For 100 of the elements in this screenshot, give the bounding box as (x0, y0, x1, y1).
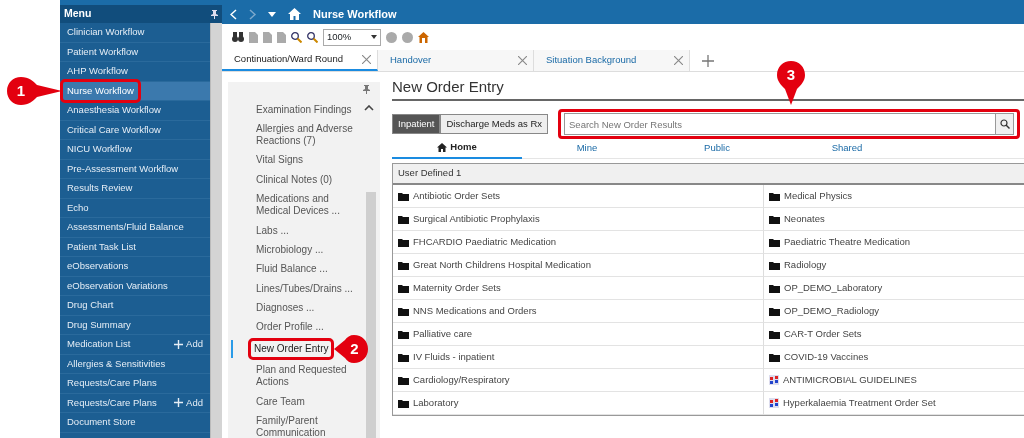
order-folder-link[interactable]: Antibiotic Order Sets (413, 188, 501, 204)
sidebar-item[interactable]: Fluid Balance ... (254, 262, 330, 277)
order-folder-link[interactable]: COVID-19 Vaccines (784, 349, 869, 365)
order-folder-link[interactable]: Radiology (784, 257, 827, 273)
sidebar-item[interactable]: Microbiology ... (254, 242, 326, 257)
menu-item[interactable]: Anaesthesia Workflow (67, 103, 161, 118)
menu-item[interactable]: Allergies & Sensitivities (67, 356, 166, 371)
filter-tab[interactable]: Public (652, 141, 782, 156)
sidebar-item[interactable]: Medications and Medical Devices ... (254, 192, 368, 219)
folder-icon (398, 214, 409, 224)
tab[interactable]: Handover (378, 50, 534, 71)
add-button[interactable]: Add (174, 337, 203, 352)
menu-item[interactable]: Requests/Care Plans (67, 376, 157, 391)
mode-button[interactable]: Discharge Meds as Rx (440, 113, 548, 135)
sidebar-item[interactable]: New Order Entry (250, 339, 333, 358)
binoculars-icon[interactable] (232, 32, 244, 42)
order-folder-link[interactable]: Hyperkalaemia Treatment Order Set (783, 395, 936, 411)
order-folder-link[interactable]: Paediatric Theatre Medication (784, 234, 911, 250)
close-icon[interactable] (674, 56, 683, 65)
sidebar-item[interactable]: Care Team (254, 394, 307, 409)
menu-item[interactable]: NICU Workflow (67, 142, 132, 157)
folder-icon (398, 191, 409, 201)
page-icon[interactable] (277, 31, 286, 43)
order-folder-link[interactable]: Laboratory (413, 395, 459, 411)
menu-item[interactable]: Patient Workflow (67, 44, 139, 59)
filter-tab[interactable]: Shared (782, 141, 912, 156)
zoom-out-icon[interactable] (291, 31, 302, 43)
order-folder-link[interactable]: NNS Medications and Orders (413, 303, 537, 319)
page-title: Nurse Workflow (313, 6, 397, 22)
order-folder-link[interactable]: FHCARDIO Paediatric Medication (413, 234, 557, 250)
menu-item[interactable]: Pre-Assessment Workflow (67, 161, 179, 176)
menu-item[interactable]: Medication List (67, 337, 131, 352)
circle-icon[interactable] (386, 31, 397, 43)
menu-item[interactable]: eObservation Variations (67, 278, 168, 293)
pin-icon[interactable] (211, 9, 218, 19)
pin-icon[interactable] (363, 85, 370, 94)
menu-item[interactable]: Clinician Workflow (67, 25, 145, 40)
add-tab-icon[interactable] (702, 54, 714, 67)
order-folder-link[interactable]: Palliative care (413, 326, 473, 342)
page-icon[interactable] (263, 31, 272, 43)
sidebar-item[interactable]: Vital Signs (254, 153, 306, 168)
order-folder-link[interactable]: Cardiology/Respiratory (413, 372, 510, 388)
tab[interactable]: Situation Background (534, 50, 690, 71)
menu-item[interactable]: Patient Task List (67, 239, 136, 254)
order-folder-link[interactable]: ANTIMICROBIAL GUIDELINES (783, 372, 917, 388)
order-folder-link[interactable]: OP_DEMO_Radiology (784, 303, 880, 319)
close-icon[interactable] (362, 55, 371, 64)
order-folder-link[interactable]: Neonates (784, 211, 825, 227)
menu-item[interactable]: Critical Care Workflow (67, 122, 161, 137)
menu-item[interactable]: Drug Chart (67, 298, 114, 313)
order-folder-link[interactable]: OP_DEMO_Laboratory (784, 280, 883, 296)
sidebar-item[interactable]: Plan and Requested Actions (254, 363, 368, 390)
order-folder-link[interactable]: Great North Childrens Hospital Medication (413, 257, 591, 273)
order-folder-link[interactable]: IV Fluids - inpatient (413, 349, 495, 365)
mode-button[interactable]: Inpatient (392, 113, 441, 135)
sidebar-item[interactable]: Clinical Notes (0) (254, 172, 335, 187)
menu-item[interactable]: Requests/Care Plans (67, 395, 157, 410)
collapse-icon[interactable] (364, 105, 374, 111)
search-field[interactable]: Search New Order Results (564, 113, 996, 135)
scrollbar[interactable] (210, 23, 222, 438)
menu-item[interactable]: eObservations (67, 259, 129, 274)
dropdown-icon[interactable] (268, 11, 276, 17)
sidebar-item[interactable]: Family/Parent Communication (254, 413, 368, 438)
order-folder-link[interactable]: Medical Physics (784, 188, 853, 204)
menu-item[interactable]: Document Store (67, 415, 136, 430)
page-icon[interactable] (249, 31, 258, 43)
folder-icon (398, 237, 409, 247)
menu-item[interactable]: Echo (67, 200, 89, 215)
menu-item[interactable]: Assessments/Fluid Balance (67, 220, 184, 235)
zoom-in-icon[interactable] (307, 31, 318, 43)
scrollbar[interactable] (366, 192, 376, 438)
sidebar-item[interactable]: Allergies and Adverse Reactions (7) (254, 122, 368, 149)
sidebar-item[interactable]: Order Profile ... (254, 320, 326, 335)
menu-item[interactable]: Results Review (67, 181, 133, 196)
home-icon (437, 143, 448, 152)
sidebar-item[interactable]: Lines/Tubes/Drains ... (254, 281, 355, 296)
filter-tab[interactable]: Mine (522, 141, 652, 156)
sidebar-item[interactable]: Examination Findings (254, 102, 354, 117)
back-icon[interactable] (230, 8, 237, 20)
menu-item[interactable]: Drug Summary (67, 317, 131, 332)
filter-tab[interactable]: Home (392, 138, 522, 159)
forward-icon[interactable] (249, 8, 256, 20)
menu-item[interactable]: AHP Workflow (67, 64, 128, 79)
order-set-icon (769, 398, 779, 408)
close-icon[interactable] (518, 56, 527, 65)
add-button[interactable]: Add (174, 395, 203, 410)
order-folder-link[interactable]: CAR-T Order Sets (784, 326, 862, 342)
order-folder-link[interactable]: Maternity Order Sets (413, 280, 501, 296)
tab[interactable]: Continuation/Ward Round (222, 50, 378, 71)
search-button[interactable] (996, 113, 1014, 135)
folder-icon (398, 398, 409, 408)
circle-icon[interactable] (402, 31, 413, 43)
sidebar-item[interactable]: Labs ... (254, 223, 291, 238)
sidebar-item[interactable]: Diagnoses ... (254, 301, 317, 316)
order-folder-link[interactable]: Surgical Antibiotic Prophylaxis (413, 211, 540, 227)
folder-icon (769, 237, 780, 247)
house-icon[interactable] (418, 31, 429, 43)
zoom-dropdown[interactable]: 100% (323, 28, 381, 46)
search-icon[interactable] (999, 119, 1010, 129)
home-icon[interactable] (288, 8, 301, 20)
